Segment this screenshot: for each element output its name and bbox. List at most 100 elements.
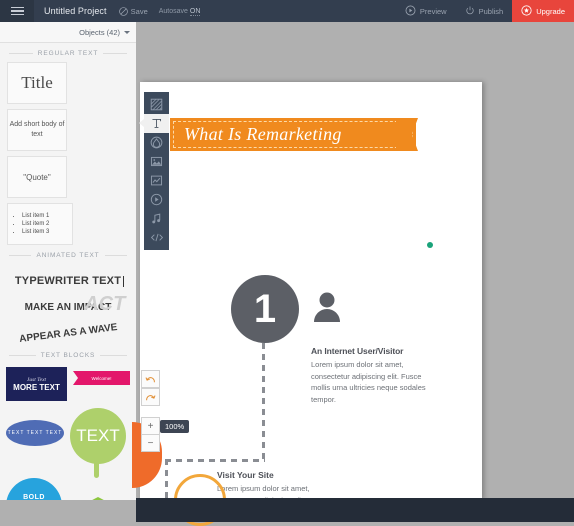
section-title: REGULAR TEXT	[38, 50, 99, 57]
list-item: List item 1	[22, 212, 49, 220]
block-preset-navy[interactable]: Just Text MORE TEXT	[6, 367, 67, 401]
list-item: List item 3	[22, 228, 49, 236]
video-tool[interactable]	[144, 190, 169, 209]
history-controls	[141, 370, 160, 406]
ribbon-label: Welcome!	[92, 376, 112, 381]
navy-main-label: MORE TEXT	[13, 383, 60, 392]
list-item: List item 2	[22, 220, 49, 228]
section-header-regular-text: REGULAR TEXT	[0, 43, 136, 62]
text-tool[interactable]	[144, 114, 169, 133]
text-preset-body[interactable]: Add short body of text	[7, 109, 67, 151]
bold-top-label: BOLD	[23, 494, 45, 501]
divider	[103, 53, 127, 54]
block-preset-bold-circle[interactable]: BOLD and BOLDER	[6, 478, 62, 500]
shape-tool[interactable]	[144, 133, 169, 152]
zoom-stepper: + −	[141, 417, 160, 452]
zoom-in-button[interactable]: +	[141, 417, 160, 435]
upgrade-button[interactable]: Upgrade	[512, 0, 574, 22]
block-preset-balloon[interactable]: TEXT	[70, 408, 126, 464]
regular-text-grid: Title Add short body of text "Quote" Lis…	[0, 62, 136, 245]
divider	[9, 53, 33, 54]
workspace: What Is Remarketing 1 An Internet User/V…	[136, 22, 574, 500]
publish-label: Publish	[479, 7, 504, 16]
top-bar: Untitled Project Save Autosave ON Previe…	[0, 0, 574, 22]
text-preset-list[interactable]: List item 1 List item 2 List item 3	[7, 203, 73, 245]
text-blocks-grid: Just Text MORE TEXT Welcome! TEXT TEXT T…	[0, 364, 136, 500]
hamburger-line	[11, 7, 24, 9]
objects-dropdown[interactable]: Objects (42)	[0, 22, 136, 43]
embed-tool[interactable]	[144, 228, 169, 247]
chart-tool[interactable]	[144, 171, 169, 190]
banner-title: What Is Remarketing	[184, 124, 342, 145]
audio-tool[interactable]	[144, 209, 169, 228]
wave-label: APPEAR AS A WAVE	[18, 322, 117, 345]
impact-ghost-label: ACT	[84, 293, 125, 316]
text-blocks-row: Just Text MORE TEXT Welcome!	[6, 367, 130, 401]
text-cursor-icon	[123, 276, 124, 287]
section-header-animated-text: ANIMATED TEXT	[0, 245, 136, 264]
power-icon	[465, 5, 475, 18]
canvas-text-block-1[interactable]: An Internet User/Visitor Lorem ipsum dol…	[311, 346, 431, 405]
redo-button[interactable]	[141, 388, 160, 406]
play-circle-icon	[405, 5, 416, 18]
divider	[9, 355, 36, 356]
text-preset-quote[interactable]: "Quote"	[7, 156, 67, 198]
dotted-connector-vertical	[262, 343, 265, 462]
undo-button[interactable]	[141, 370, 160, 388]
topbar-actions: Preview Publish Upgrade	[396, 0, 574, 22]
section-title: ANIMATED TEXT	[36, 252, 99, 259]
bottom-bar	[136, 498, 574, 522]
dotted-connector-vertical-2	[165, 459, 168, 499]
objects-label: Objects (42)	[79, 28, 120, 37]
balloon-label: TEXT	[76, 426, 119, 446]
autosave-label: Autosave	[159, 8, 188, 15]
divider	[9, 255, 31, 256]
step-number-circle[interactable]: 1	[231, 275, 299, 343]
zoom-out-button[interactable]: −	[141, 435, 160, 452]
save-label: Save	[131, 7, 148, 16]
project-title[interactable]: Untitled Project	[44, 6, 107, 16]
menu-icon[interactable]	[0, 0, 34, 22]
person-icon	[312, 291, 342, 323]
divider	[105, 255, 127, 256]
app-root: Untitled Project Save Autosave ON Previe…	[0, 0, 574, 500]
hamburger-line	[11, 10, 24, 12]
image-tool[interactable]	[144, 152, 169, 171]
design-canvas[interactable]: What Is Remarketing 1 An Internet User/V…	[140, 82, 482, 500]
pattern-tool[interactable]	[144, 95, 169, 114]
tool-strip	[144, 92, 169, 250]
list-preview: List item 1 List item 2 List item 3	[14, 212, 49, 236]
zoom-level-label[interactable]: 100%	[160, 420, 189, 433]
chevron-down-icon	[124, 31, 130, 34]
block2-heading: Visit Your Site	[217, 470, 347, 480]
save-button[interactable]: Save	[119, 7, 148, 16]
block-preset-ribbon[interactable]: Welcome!	[73, 371, 130, 385]
star-badge-icon	[521, 5, 532, 18]
animated-preset-wave[interactable]: APPEAR AS A WAVE	[19, 328, 118, 339]
publish-button[interactable]: Publish	[456, 0, 513, 22]
canvas-banner[interactable]: What Is Remarketing	[170, 118, 416, 151]
save-icon	[119, 7, 128, 16]
step-number-label: 1	[254, 289, 276, 329]
block-preset-ellipse[interactable]: TEXT TEXT TEXT	[6, 420, 64, 446]
animated-preset-impact[interactable]: MAKE AN IMPACT ACT	[25, 302, 112, 313]
preview-button[interactable]: Preview	[396, 0, 456, 22]
upgrade-label: Upgrade	[536, 7, 565, 16]
ellipse-label: TEXT TEXT TEXT	[8, 430, 63, 436]
left-panel: Objects (42) REGULAR TEXT Title Add shor…	[0, 22, 137, 500]
autosave-state: ON	[190, 8, 201, 16]
text-preset-title[interactable]: Title	[7, 62, 67, 104]
block1-body: Lorem ipsum dolor sit amet, consectetur …	[311, 359, 431, 405]
autosave-status[interactable]: Autosave ON	[159, 8, 201, 15]
hamburger-line	[11, 14, 24, 16]
preview-label: Preview	[420, 7, 447, 16]
typewriter-label: TYPEWRITER TEXT	[15, 275, 121, 287]
dotted-connector-horizontal	[165, 459, 265, 462]
block1-heading: An Internet User/Visitor	[311, 346, 431, 356]
text-blocks-row: TEXT TEXT TEXT TEXT	[6, 408, 130, 464]
animated-text-group: TYPEWRITER TEXT MAKE AN IMPACT ACT APPEA…	[0, 264, 136, 341]
divider	[100, 355, 127, 356]
animated-preset-typewriter[interactable]: TYPEWRITER TEXT	[15, 275, 121, 287]
selection-marker-dot[interactable]	[427, 242, 433, 248]
section-header-text-blocks: TEXT BLOCKS	[0, 345, 136, 364]
